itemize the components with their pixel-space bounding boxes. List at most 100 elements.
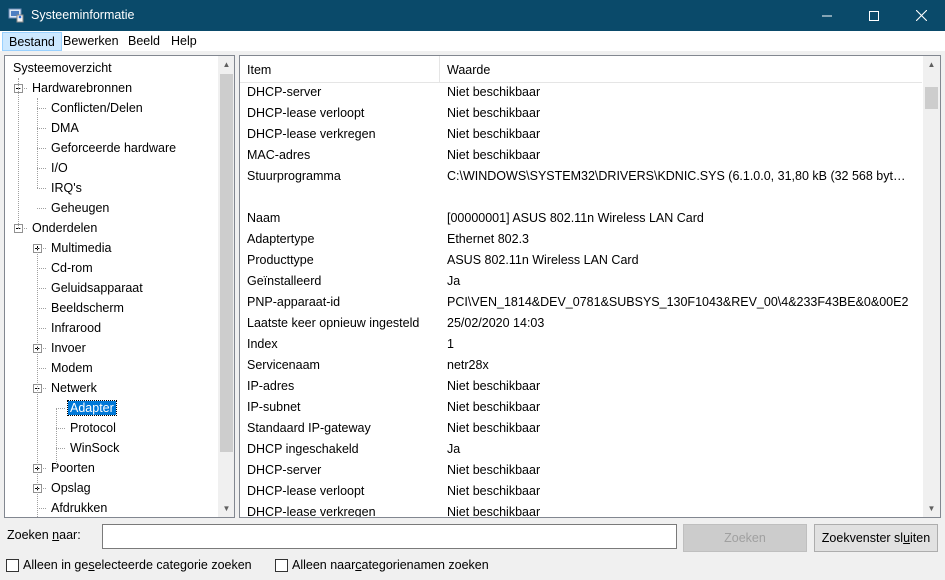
tree-item-label[interactable]: Onderdelen — [30, 221, 99, 235]
tree-connector — [37, 368, 46, 369]
item-cell: DHCP-lease verloopt — [247, 106, 365, 120]
tree-item[interactable]: Conflicten/Delen — [49, 98, 145, 118]
tree-connector — [37, 188, 46, 189]
tree-item-label[interactable]: IRQ's — [49, 181, 84, 195]
minimize-button[interactable] — [804, 0, 850, 31]
column-header-value[interactable]: Waarde — [447, 63, 490, 77]
tree-item[interactable]: Multimedia — [49, 238, 113, 258]
menu-bewerken[interactable]: Bewerken — [57, 32, 125, 51]
title-bar[interactable]: Systeeminformatie — [0, 0, 945, 31]
menu-beeld[interactable]: Beeld — [122, 32, 166, 51]
column-separator[interactable] — [439, 56, 440, 82]
system-info-icon — [8, 8, 24, 23]
tree-item[interactable]: DMA — [49, 118, 81, 138]
tree-item-label[interactable]: Hardwarebronnen — [30, 81, 134, 95]
item-cell: Adaptertype — [247, 232, 315, 246]
tree-connector — [37, 348, 46, 349]
value-cell: Niet beschikbaar — [447, 421, 541, 435]
search-category-names-checkbox[interactable]: Alleen naar c ategorienamen zoeken — [275, 558, 489, 572]
category-tree[interactable]: Systeemoverzicht Hardwarebronnen Conflicte… — [4, 55, 235, 518]
tree-item-label[interactable]: WinSock — [68, 441, 121, 455]
scroll-up-icon[interactable]: ▲ — [218, 56, 234, 73]
tree-item-label[interactable]: Infrarood — [49, 321, 103, 335]
tree-item-label[interactable]: Geluidsapparaat — [49, 281, 145, 295]
item-cell: IP-subnet — [247, 400, 301, 414]
tree-item[interactable]: Geheugen — [49, 198, 111, 218]
tree-item[interactable]: Protocol — [68, 418, 118, 438]
checkbox-box[interactable] — [6, 558, 19, 572]
search-label-text: aar: — [59, 528, 81, 542]
item-cell: Naam — [247, 211, 281, 225]
tree-item[interactable]: Geluidsapparaat — [49, 278, 145, 298]
checkbox-label: Alleen in ge — [23, 558, 89, 572]
search-selected-category-checkbox[interactable]: Alleen in ge s electeerde categorie zoeken — [6, 558, 252, 572]
tree-item[interactable]: Adapter — [67, 398, 117, 418]
close-search-label: Zoekvenster sl — [821, 531, 904, 545]
item-cell: IP-adres — [247, 379, 295, 393]
value-cell: PCI\VEN_1814&DEV_0781&SUBSYS_130F1043&RE… — [447, 295, 909, 309]
tree-item-label[interactable]: Multimedia — [49, 241, 113, 255]
tree-connector — [37, 128, 46, 129]
tree-scrollbar[interactable]: ▲ ▼ — [218, 56, 234, 517]
tree-item[interactable]: Opslag — [49, 478, 93, 498]
tree-connector — [56, 448, 65, 449]
scroll-up-icon[interactable]: ▲ — [923, 56, 940, 73]
tree-item-label[interactable]: Cd-rom — [49, 261, 95, 275]
tree-item-label[interactable]: Invoer — [49, 341, 88, 355]
tree-item-label[interactable]: Systeemoverzicht — [11, 61, 114, 75]
tree-item[interactable]: WinSock — [68, 438, 121, 458]
tree-item[interactable]: Afdrukken — [49, 498, 109, 517]
value-cell: Niet beschikbaar — [447, 505, 541, 518]
maximize-button[interactable] — [851, 0, 897, 31]
tree-item[interactable]: Systeemoverzicht — [11, 58, 114, 78]
tree-item[interactable]: Invoer — [49, 338, 88, 358]
column-header-item[interactable]: Item — [247, 63, 271, 77]
tree-item-label[interactable]: Geforceerde hardware — [49, 141, 178, 155]
tree-item-label[interactable]: Geheugen — [49, 201, 111, 215]
tree-item[interactable]: Hardwarebronnen — [30, 78, 134, 98]
checkbox-box[interactable] — [275, 558, 288, 572]
list-scrollbar[interactable]: ▲ ▼ — [923, 56, 940, 517]
value-cell: [00000001] ASUS 802.11n Wireless LAN Car… — [447, 211, 704, 225]
menu-bestand[interactable]: Bestand — [2, 32, 62, 51]
item-cell: Stuurprogramma — [247, 169, 341, 183]
value-cell: Niet beschikbaar — [447, 106, 541, 120]
tree-item[interactable]: Cd-rom — [49, 258, 95, 278]
tree-item[interactable]: Geforceerde hardware — [49, 138, 178, 158]
tree-item[interactable]: Onderdelen — [30, 218, 99, 238]
value-cell: Niet beschikbaar — [447, 127, 541, 141]
details-list[interactable]: Item Waarde DHCP-server Niet beschikbaar D… — [239, 55, 941, 518]
tree-scroll-thumb[interactable] — [220, 74, 233, 452]
tree-item-label[interactable]: Netwerk — [49, 381, 99, 395]
tree-item[interactable]: I/O — [49, 158, 70, 178]
tree-item-label[interactable]: DMA — [49, 121, 81, 135]
tree-item[interactable]: Netwerk — [49, 378, 99, 398]
tree-item[interactable]: IRQ's — [49, 178, 84, 198]
value-cell: netr28x — [447, 358, 489, 372]
find-button[interactable]: Zoeken — [683, 524, 807, 552]
tree-item-label[interactable]: Afdrukken — [49, 501, 109, 515]
scroll-down-icon[interactable]: ▼ — [923, 500, 940, 517]
tree-item-label[interactable]: Opslag — [49, 481, 93, 495]
close-button[interactable] — [898, 0, 944, 31]
tree-item[interactable]: Infrarood — [49, 318, 103, 338]
item-cell: DHCP ingeschakeld — [247, 442, 359, 456]
tree-item[interactable]: Beeldscherm — [49, 298, 126, 318]
tree-item-label[interactable]: Conflicten/Delen — [49, 101, 145, 115]
item-cell: DHCP-lease verloopt — [247, 484, 365, 498]
tree-item-label[interactable]: Protocol — [68, 421, 118, 435]
close-search-button[interactable]: Zoekvenster sl u iten — [814, 524, 938, 552]
tree-item-label[interactable]: Adapter — [67, 400, 117, 416]
search-input[interactable] — [102, 524, 677, 549]
tree-item-label[interactable]: Modem — [49, 361, 95, 375]
tree-connector — [18, 78, 19, 228]
item-cell: PNP-apparaat-id — [247, 295, 341, 309]
menu-help[interactable]: Help — [165, 32, 203, 51]
tree-item-label[interactable]: Beeldscherm — [49, 301, 126, 315]
tree-item-label[interactable]: I/O — [49, 161, 70, 175]
scroll-down-icon[interactable]: ▼ — [218, 500, 234, 517]
tree-item[interactable]: Modem — [49, 358, 95, 378]
list-scroll-thumb[interactable] — [925, 87, 938, 109]
tree-connector — [37, 488, 46, 489]
item-cell: Producttype — [247, 253, 314, 267]
